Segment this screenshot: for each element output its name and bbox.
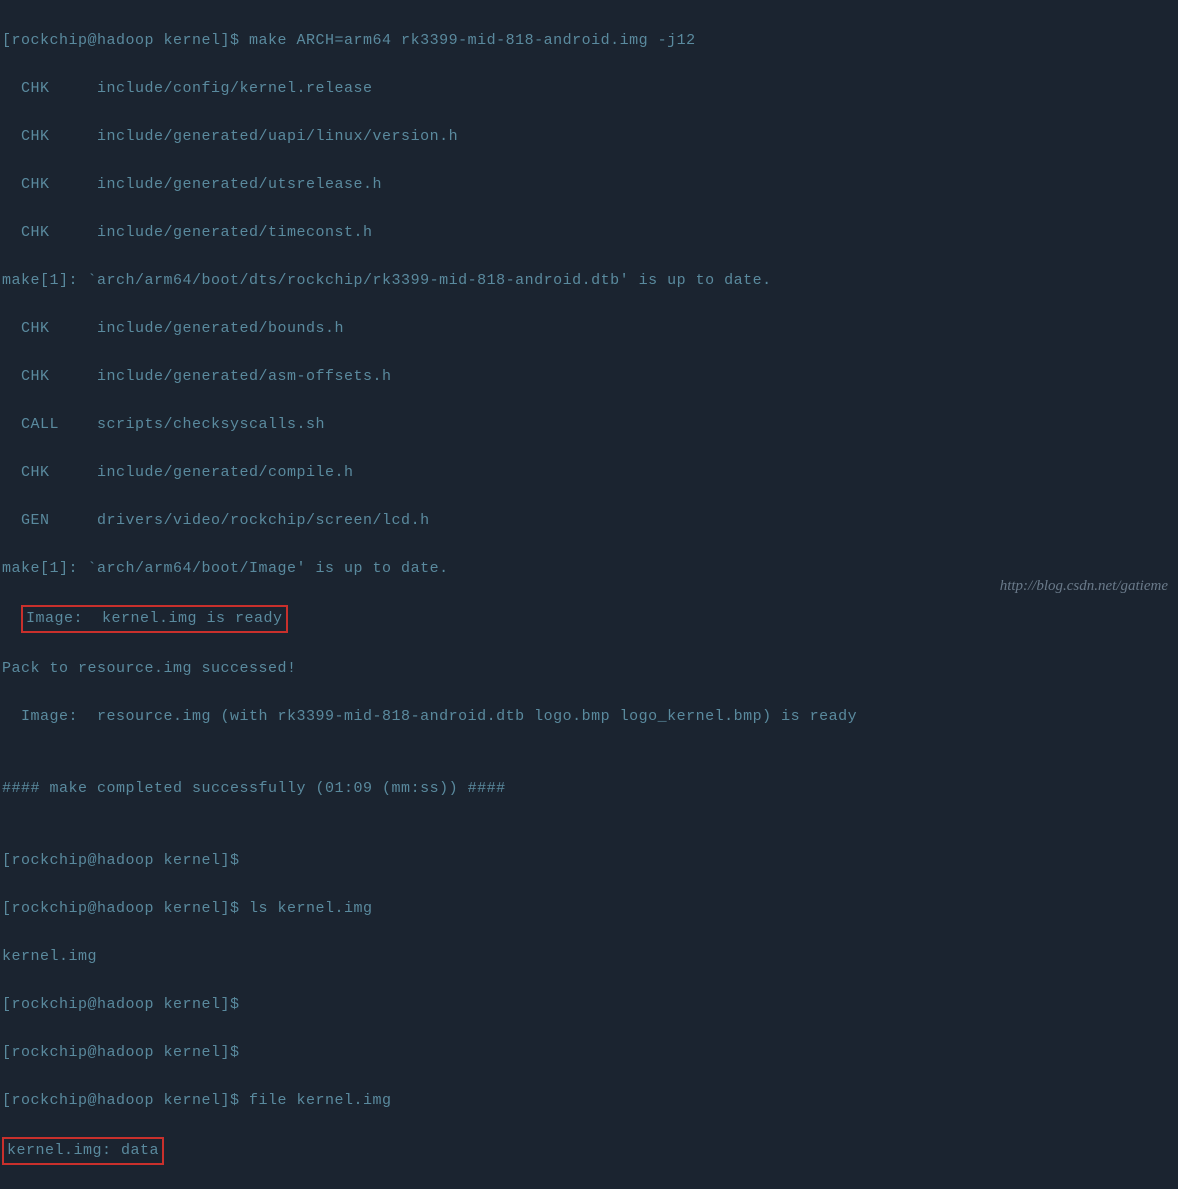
terminal-line: Image: resource.img (with rk3399-mid-818… — [2, 705, 1176, 729]
highlight-box-2: kernel.img: data — [2, 1137, 164, 1165]
terminal-line: [rockchip@hadoop kernel]$ make ARCH=arm6… — [2, 29, 1176, 53]
terminal-line: Pack to resource.img successed! — [2, 657, 1176, 681]
terminal-line: [rockchip@hadoop kernel]$ file kernel.im… — [2, 1089, 1176, 1113]
terminal-line: CALL scripts/checksyscalls.sh — [2, 413, 1176, 437]
highlighted-line-1: Image: kernel.img is ready — [2, 605, 1176, 633]
terminal-line: CHK include/generated/timeconst.h — [2, 221, 1176, 245]
highlighted-line-2: kernel.img: data — [2, 1137, 1176, 1165]
terminal-line: [rockchip@hadoop kernel]$ — [2, 1041, 1176, 1065]
terminal-line: make[1]: `arch/arm64/boot/dts/rockchip/r… — [2, 269, 1176, 293]
terminal-line: CHK include/generated/asm-offsets.h — [2, 365, 1176, 389]
terminal-line: [rockchip@hadoop kernel]$ ls kernel.img — [2, 897, 1176, 921]
terminal-line: CHK include/generated/utsrelease.h — [2, 173, 1176, 197]
terminal-line: CHK include/generated/bounds.h — [2, 317, 1176, 341]
terminal-line: [rockchip@hadoop kernel]$ — [2, 993, 1176, 1017]
terminal-line: #### make completed successfully (01:09 … — [2, 777, 1176, 801]
terminal-line: CHK include/generated/compile.h — [2, 461, 1176, 485]
terminal-line: GEN drivers/video/rockchip/screen/lcd.h — [2, 509, 1176, 533]
highlight-prefix — [2, 610, 21, 627]
terminal-line: CHK include/generated/uapi/linux/version… — [2, 125, 1176, 149]
terminal-line: CHK include/config/kernel.release — [2, 77, 1176, 101]
highlight-box-1: Image: kernel.img is ready — [21, 605, 288, 633]
watermark-text: http://blog.csdn.net/gatieme — [1000, 574, 1168, 598]
terminal-line: kernel.img — [2, 945, 1176, 969]
terminal-line: [rockchip@hadoop kernel]$ — [2, 849, 1176, 873]
